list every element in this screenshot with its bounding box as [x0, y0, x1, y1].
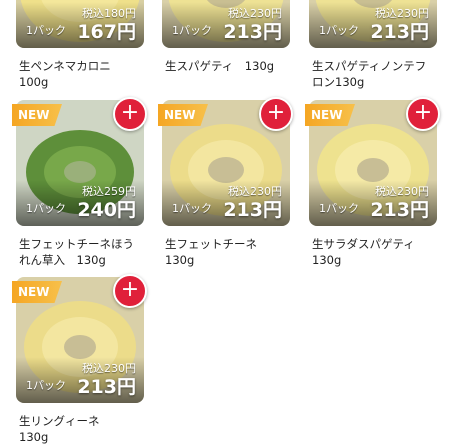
unit-label: 1パック — [172, 202, 212, 215]
unit-label: 1パック — [26, 379, 66, 392]
price: 213円 — [223, 21, 282, 43]
product-name[interactable]: 生ペンネマカロニ 100g — [19, 58, 144, 90]
product-name[interactable]: 生フェットチーネほうれん草入 130g — [19, 236, 144, 268]
product-image[interactable]: 税込230円 1パック 213円 — [309, 0, 437, 48]
new-badge: NEW — [12, 104, 62, 126]
new-badge: NEW — [158, 104, 208, 126]
price: 167円 — [77, 21, 136, 43]
add-to-cart-button[interactable]: + — [406, 97, 440, 131]
new-badge: NEW — [305, 104, 355, 126]
price: 213円 — [370, 199, 429, 221]
price: 240円 — [77, 199, 136, 221]
product-image[interactable]: 税込180円 1パック 167円 — [16, 0, 144, 48]
price: 213円 — [77, 376, 136, 398]
product-name[interactable]: 生リングィーネ 130g — [19, 413, 144, 445]
new-badge: NEW — [12, 281, 62, 303]
unit-label: 1パック — [26, 24, 66, 37]
price: 213円 — [370, 21, 429, 43]
plus-icon: + — [266, 100, 286, 125]
unit-label: 1パック — [319, 202, 359, 215]
unit-label: 1パック — [319, 24, 359, 37]
product-name[interactable]: 生フェットチーネ 130g — [165, 236, 290, 268]
add-to-cart-button[interactable]: + — [259, 97, 293, 131]
product-image[interactable]: 税込230円 1パック 213円 — [162, 0, 290, 48]
plus-icon: + — [120, 100, 140, 125]
product-name[interactable]: 生スパゲティノンテフロン130g — [312, 58, 437, 90]
product-name[interactable]: 生スパゲティ 130g — [165, 58, 290, 74]
plus-icon: + — [413, 100, 433, 125]
unit-label: 1パック — [26, 202, 66, 215]
plus-icon: + — [120, 277, 140, 302]
price: 213円 — [223, 199, 282, 221]
add-to-cart-button[interactable]: + — [113, 274, 147, 308]
unit-label: 1パック — [172, 24, 212, 37]
add-to-cart-button[interactable]: + — [113, 97, 147, 131]
product-name[interactable]: 生サラダスパゲティ 130g — [312, 236, 437, 268]
